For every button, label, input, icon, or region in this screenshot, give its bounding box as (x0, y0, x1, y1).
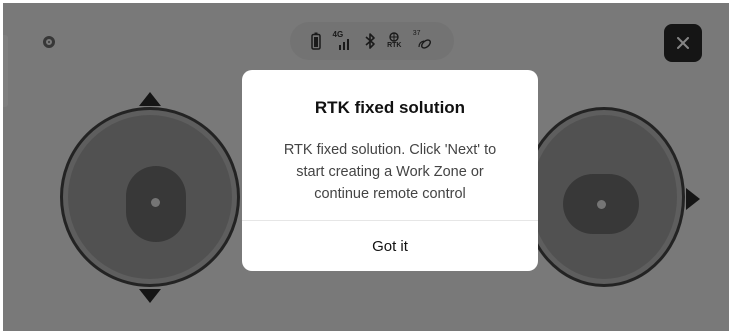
rtk-dialog: RTK fixed solution RTK fixed solution. C… (242, 70, 538, 271)
remote-control-screen: 4G RTK 37 RTK fixed solution RTK fixed s… (3, 3, 729, 331)
got-it-button[interactable]: Got it (242, 221, 538, 271)
dialog-message: RTK fixed solution. Click 'Next' to star… (283, 142, 497, 202)
dialog-title: RTK fixed solution (314, 98, 466, 117)
